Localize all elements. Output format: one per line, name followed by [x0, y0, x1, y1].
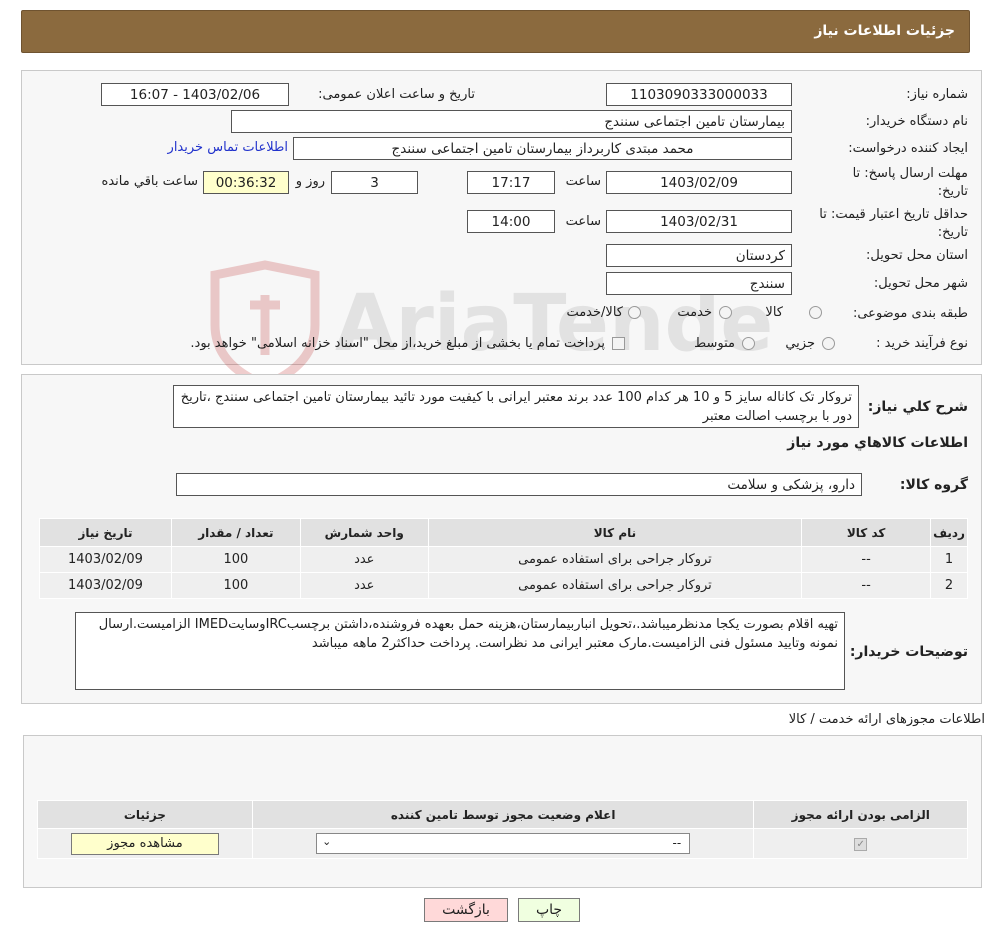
process-option-medium-label: متوسط — [694, 336, 735, 351]
table-row: 2 -- تروکار جراحی برای استفاده عمومی عدد… — [39, 572, 968, 599]
license-required-checkbox: ✓ — [854, 838, 868, 851]
treasury-checkbox[interactable] — [612, 337, 625, 354]
days-label: روز و — [295, 174, 325, 189]
need-number-label: شماره نیاز: — [906, 87, 968, 102]
cell-goods-code: -- — [801, 572, 932, 599]
province-label: استان محل تحویل: — [866, 248, 968, 263]
goods-table: ردیف کد کالا نام کالا واحد شمارش تعداد /… — [39, 518, 968, 599]
cell-unit: عدد — [299, 546, 429, 573]
cell-quantity: 100 — [170, 546, 301, 573]
process-option-medium[interactable] — [742, 337, 755, 354]
category-option-service[interactable] — [719, 306, 732, 323]
remaining-label: ساعت باقي مانده — [101, 174, 198, 189]
buyer-notes-label: توضیحات خریدار: — [849, 644, 968, 660]
category-option-goods[interactable] — [809, 306, 822, 323]
validity-time-field: 14:00 — [467, 210, 555, 233]
page-header: جزئیات اطلاعات نیاز — [21, 10, 970, 53]
col-quantity: تعداد / مقدار — [170, 518, 301, 547]
deadline-label: مهلت ارسال پاسخ: تا — [852, 166, 968, 181]
validity-label-2: تاریخ: — [937, 225, 968, 240]
view-license-button[interactable]: مشاهده مجوز — [70, 832, 219, 855]
col-license-required: الزامی بودن ارائه مجوز — [753, 800, 968, 829]
process-label: نوع فرآیند خرید : — [876, 336, 968, 351]
category-option-both-label: کالا/خدمت — [566, 305, 623, 320]
goods-info-title: اطلاعات کالاهاي مورد نیاز — [787, 435, 968, 451]
category-label: طبقه بندی موضوعی: — [852, 306, 968, 321]
deadline-time-label: ساعت — [565, 174, 601, 189]
goods-group-label: گروه کالا: — [899, 477, 968, 493]
license-status-select[interactable]: ⌄ -- — [316, 833, 691, 854]
validity-date-field: 1403/02/31 — [606, 210, 792, 233]
cell-goods-name: تروکار جراحی برای استفاده عمومی — [427, 572, 803, 599]
license-details-cell: مشاهده مجوز — [37, 828, 253, 859]
goods-table-header: ردیف کد کالا نام کالا واحد شمارش تعداد /… — [39, 518, 968, 547]
licenses-title: اطلاعات مجوزهای ارائه خدمت / کالا — [788, 712, 985, 727]
deadline-date-field: 1403/02/09 — [606, 171, 792, 194]
chevron-down-icon: ⌄ — [322, 835, 332, 848]
process-note: پرداخت تمام یا بخشی از مبلغ خرید،از محل … — [190, 336, 605, 351]
announce-label: تاریخ و ساعت اعلان عمومی: — [318, 87, 475, 102]
requester-label: ایجاد کننده درخواست: — [848, 141, 968, 156]
table-row: ✓ ⌄ -- مشاهده مجوز — [37, 828, 968, 859]
cell-need-date: 1403/02/09 — [39, 546, 172, 573]
announce-field: 1403/02/06 - 16:07 — [101, 83, 289, 106]
province-field: کردستان — [606, 244, 792, 267]
deadline-time-field: 17:17 — [467, 171, 555, 194]
remaining-time-field: 00:36:32 — [203, 171, 289, 194]
table-row: 1 -- تروکار جراحی برای استفاده عمومی عدد… — [39, 546, 968, 573]
col-row-num: ردیف — [930, 518, 968, 547]
col-license-details: جزئیات — [37, 800, 253, 829]
requester-field: محمد مبتدی کاربرداز بیمارستان تامین اجتم… — [293, 137, 792, 160]
deadline-label-2: تاریخ: — [937, 184, 968, 199]
col-need-date: تاریخ نیاز — [39, 518, 172, 547]
print-button[interactable]: چاپ — [518, 898, 580, 922]
validity-time-label: ساعت — [565, 214, 601, 229]
cell-unit: عدد — [299, 572, 429, 599]
description-text: تروکار تک کاناله سایز 5 و 10 هر کدام 100… — [173, 385, 859, 428]
cell-row-num: 1 — [930, 546, 968, 573]
cell-row-num: 2 — [930, 572, 968, 599]
col-goods-name: نام کالا — [427, 518, 803, 547]
license-status-cell: ⌄ -- — [251, 828, 755, 859]
validity-label: حداقل تاریخ اعتبار قیمت: تا — [819, 207, 968, 222]
days-field: 3 — [331, 171, 418, 194]
cell-need-date: 1403/02/09 — [39, 572, 172, 599]
city-label: شهر محل تحویل: — [873, 276, 968, 291]
goods-group-field: دارو، پزشکی و سلامت — [176, 473, 862, 496]
license-required-cell: ✓ — [753, 828, 968, 859]
cell-goods-code: -- — [801, 546, 932, 573]
licenses-table: الزامی بودن ارائه مجوز اعلام وضعیت مجوز … — [37, 800, 968, 859]
cell-quantity: 100 — [170, 572, 301, 599]
licenses-table-header: الزامی بودن ارائه مجوز اعلام وضعیت مجوز … — [37, 800, 968, 829]
buyer-notes-text: تهیه اقلام بصورت یکجا مدنظرمیباشد.،تحویل… — [75, 612, 845, 690]
process-option-partial-label: جزیي — [785, 336, 815, 351]
buyer-contact-link[interactable]: اطلاعات تماس خریدار — [168, 140, 288, 155]
license-status-value: -- — [672, 836, 682, 850]
description-label: شرح کلي نیاز: — [867, 399, 968, 415]
col-unit: واحد شمارش — [299, 518, 429, 547]
col-license-status: اعلام وضعیت مجوز توسط تامین کننده — [251, 800, 755, 829]
cell-goods-name: تروکار جراحی برای استفاده عمومی — [427, 546, 803, 573]
buyer-org-label: نام دستگاه خریدار: — [865, 114, 968, 129]
category-option-goods-label: کالا — [765, 305, 783, 320]
page-title: جزئیات اطلاعات نیاز — [814, 23, 955, 39]
buyer-org-field: بیمارستان تامین اجتماعی سنندج — [231, 110, 792, 133]
city-field: سنندج — [606, 272, 792, 295]
category-option-both[interactable] — [628, 306, 641, 323]
col-goods-code: کد کالا — [801, 518, 932, 547]
back-button[interactable]: بازگشت — [424, 898, 508, 922]
category-option-service-label: خدمت — [677, 305, 712, 320]
process-option-partial[interactable] — [822, 337, 835, 354]
need-number-field: 1103090333000033 — [606, 83, 792, 106]
